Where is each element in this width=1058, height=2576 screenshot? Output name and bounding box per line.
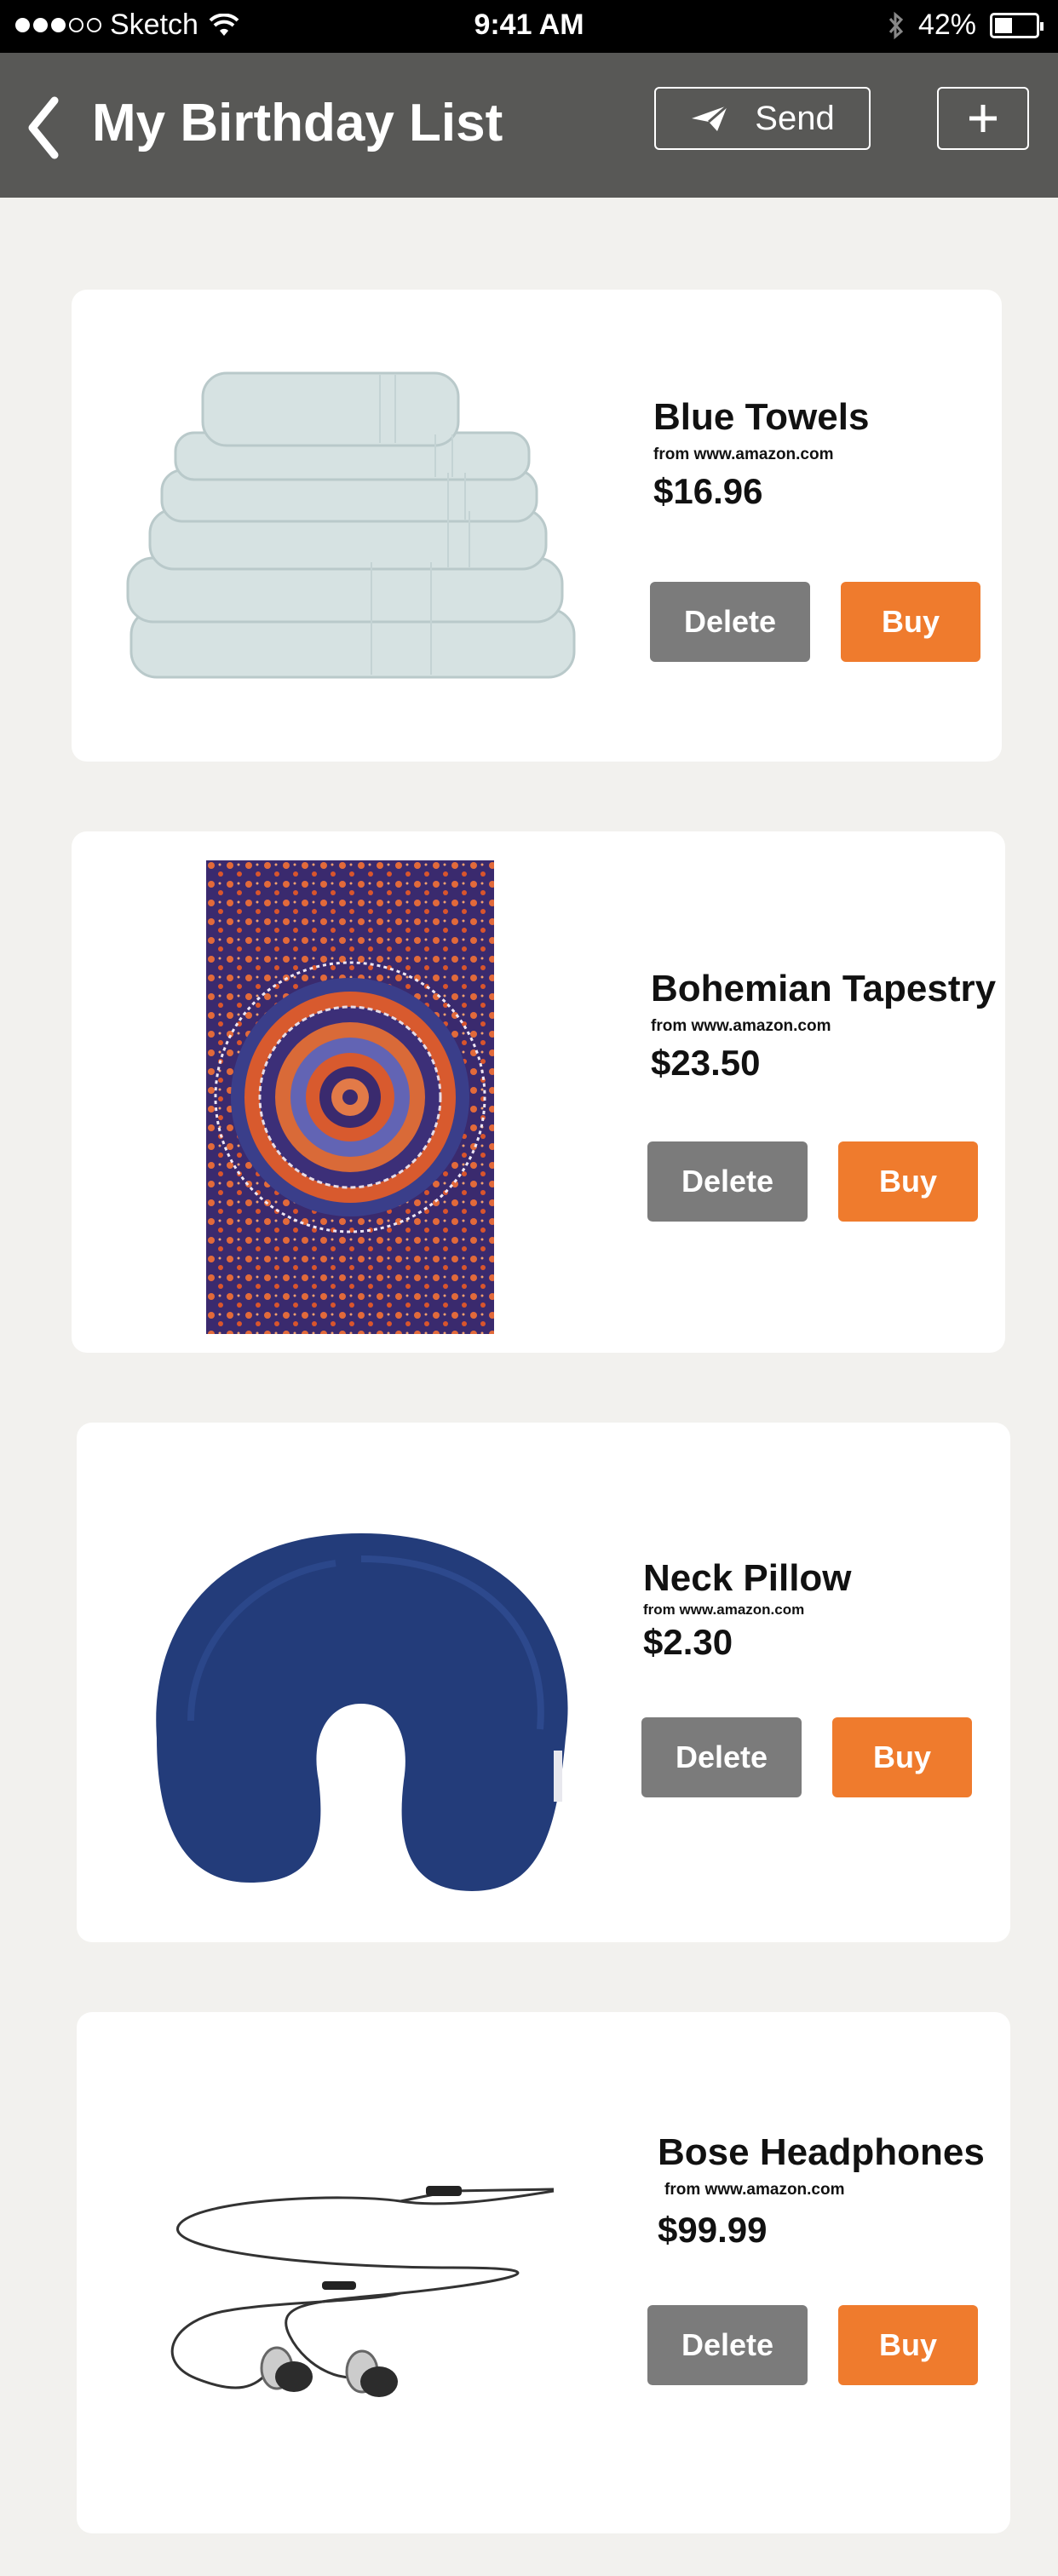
delete-button[interactable]: Delete — [647, 2305, 808, 2385]
item-price: $2.30 — [643, 1622, 733, 1662]
back-chevron-icon[interactable] — [22, 94, 65, 162]
delete-button[interactable]: Delete — [650, 582, 810, 662]
add-item-button[interactable] — [937, 87, 1029, 150]
item-source: from www.amazon.com — [664, 2181, 845, 2199]
status-bar: Sketch 9:41 AM 42% — [0, 0, 1058, 53]
wishlist-item-card: Bohemian Tapestry from www.amazon.com $2… — [72, 831, 1005, 1353]
nav-header: My Birthday List Send — [0, 53, 1058, 198]
towels-image — [126, 371, 576, 679]
item-source: from www.amazon.com — [651, 1017, 831, 1035]
plus-icon — [969, 105, 997, 132]
send-button[interactable]: Send — [654, 87, 871, 150]
item-name: Blue Towels — [653, 396, 870, 438]
buy-button[interactable]: Buy — [841, 582, 980, 662]
item-source: from www.amazon.com — [643, 1601, 805, 1618]
earbuds-image — [170, 2186, 555, 2397]
neck-pillow-image — [156, 1533, 568, 1891]
paper-plane-icon — [692, 104, 729, 131]
buy-button[interactable]: Buy — [838, 1141, 978, 1222]
battery-icon — [990, 12, 1044, 38]
delete-button[interactable]: Delete — [647, 1141, 808, 1222]
item-name: Neck Pillow — [643, 1557, 852, 1599]
item-info: Bohemian Tapestry from www.amazon.com $2… — [651, 968, 996, 1084]
buy-button[interactable]: Buy — [838, 2305, 978, 2385]
tapestry-image — [206, 860, 494, 1334]
wishlist-item-card: Blue Towels from www.amazon.com $16.96 D… — [72, 290, 1002, 762]
item-info: Blue Towels from www.amazon.com $16.96 — [653, 396, 869, 512]
bluetooth-icon — [888, 11, 904, 39]
send-label: Send — [755, 99, 835, 137]
item-source: from www.amazon.com — [653, 446, 834, 463]
item-price: $99.99 — [658, 2210, 768, 2250]
status-right: 42% — [888, 9, 1044, 42]
item-info: Bose Headphones from www.amazon.com $99.… — [658, 2131, 985, 2251]
item-price: $16.96 — [653, 471, 763, 511]
item-info: Neck Pillow from www.amazon.com $2.30 — [643, 1557, 852, 1663]
item-name: Bose Headphones — [658, 2131, 985, 2173]
item-price: $23.50 — [651, 1043, 761, 1083]
battery-percent: 42% — [917, 9, 976, 41]
item-name: Bohemian Tapestry — [651, 968, 997, 1009]
delete-button[interactable]: Delete — [641, 1717, 802, 1797]
buy-button[interactable]: Buy — [832, 1717, 972, 1797]
wishlist-item-card: Bose Headphones from www.amazon.com $99.… — [77, 2012, 1010, 2533]
wishlist-item-card: Neck Pillow from www.amazon.com $2.30 De… — [77, 1423, 1010, 1942]
page-title: My Birthday List — [92, 94, 503, 152]
